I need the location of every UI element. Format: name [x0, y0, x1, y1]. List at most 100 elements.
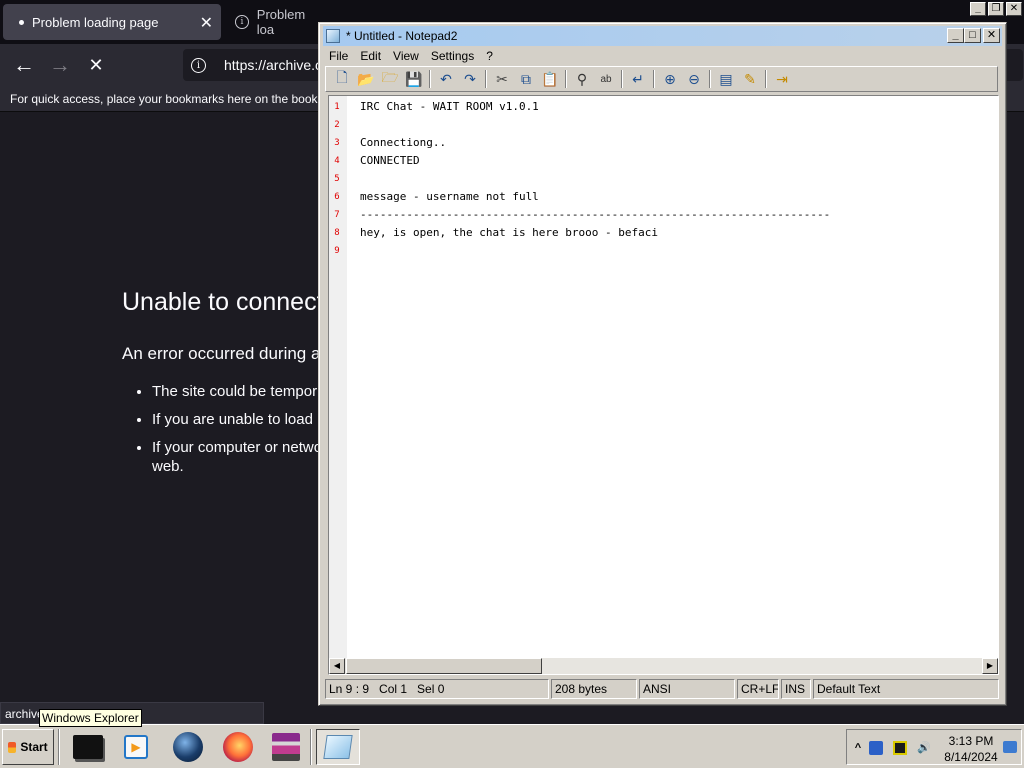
line-ending[interactable]: CR+LF [737, 679, 779, 699]
browser-tab[interactable]: i Problem loa [235, 4, 325, 40]
status-bar: Ln 9 : 9 Col 1 Sel 0 208 bytes ANSI CR+L… [325, 679, 1001, 699]
menu-edit[interactable]: Edit [354, 46, 387, 66]
horizontal-scrollbar[interactable]: ◀ ▶ [329, 658, 998, 674]
toolbar-separator [621, 70, 623, 88]
firefox-icon [223, 732, 253, 762]
network-icon[interactable] [869, 741, 883, 755]
taskbar-media-player[interactable]: ▶ [114, 729, 158, 765]
toolbar-separator [565, 70, 567, 88]
line-number: 4 [334, 156, 340, 166]
restore-icon[interactable]: ❐ [988, 2, 1004, 16]
notepad2-window: * Untitled - Notepad2 _ □ ✕ File Edit Vi… [318, 22, 1007, 706]
code-line: CONNECTED [360, 154, 420, 167]
close-tab-icon[interactable]: ✕ [200, 13, 213, 33]
globe-icon [173, 732, 203, 762]
save-icon[interactable]: 💾 [402, 69, 426, 89]
taskbar-browser-globe[interactable] [166, 729, 210, 765]
toolbar-separator [653, 70, 655, 88]
code-line: message - username not full [360, 190, 539, 203]
toolbar-separator [709, 70, 711, 88]
scroll-right-icon[interactable]: ▶ [982, 658, 998, 674]
redo-icon[interactable]: ↷ [458, 69, 482, 89]
browser-tab-active[interactable]: Problem loading page ✕ [3, 4, 221, 40]
replace-icon[interactable]: ab [594, 69, 618, 89]
browser-tab-label: Problem loa [256, 7, 306, 37]
info-icon: i [235, 15, 249, 29]
menu-settings[interactable]: Settings [425, 46, 480, 66]
line-number: 6 [334, 192, 340, 202]
volume-icon[interactable]: 🔊 [917, 741, 931, 755]
media-player-icon: ▶ [124, 735, 148, 759]
exit-icon[interactable]: ⇥ [770, 69, 794, 89]
scrollbar-thumb[interactable] [346, 658, 542, 674]
close-button[interactable]: ✕ [983, 28, 1000, 43]
title-bar[interactable]: * Untitled - Notepad2 _ □ ✕ [323, 26, 1002, 46]
customize-scheme-icon[interactable]: ✎ [738, 69, 762, 89]
stop-icon[interactable]: ✕ [82, 52, 110, 80]
encoding[interactable]: ANSI [639, 679, 735, 699]
browse-icon[interactable]: 🗁 [378, 69, 402, 89]
code-line: IRC Chat - WAIT ROOM v1.0.1 [360, 100, 539, 113]
outer-window-controls: _ ❐ ✕ [970, 2, 1022, 16]
zoom-out-icon[interactable]: ⊖ [682, 69, 706, 89]
display-icon[interactable] [893, 741, 907, 755]
syntax-scheme[interactable]: Default Text [813, 679, 999, 699]
cursor-position: Ln 9 : 9 Col 1 Sel 0 [325, 679, 549, 699]
line-number: 1 [334, 102, 340, 112]
editor-area[interactable]: 1 2 3 4 5 6 7 8 9 IRC Chat - WAIT ROOM v1.0.1 Con… [328, 95, 999, 675]
error-subtitle: An error occurred during a [122, 344, 321, 363]
cut-icon[interactable]: ✂ [490, 69, 514, 89]
word-wrap-icon[interactable]: ↵ [626, 69, 650, 89]
line-number: 5 [334, 174, 340, 184]
loading-dot-icon [19, 19, 24, 25]
undo-icon[interactable]: ↶ [434, 69, 458, 89]
taskbar-explorer[interactable] [66, 729, 110, 765]
line-number: 2 [334, 120, 340, 130]
insert-mode: INS [781, 679, 811, 699]
taskbar-archiver[interactable] [264, 729, 308, 765]
window-title: * Untitled - Notepad2 [346, 29, 458, 43]
zoom-in-icon[interactable]: ⊕ [658, 69, 682, 89]
start-button[interactable]: Start [2, 729, 54, 765]
show-hidden-icons-icon[interactable]: ^ [851, 741, 865, 755]
new-file-icon[interactable]: 🗋 [330, 69, 354, 89]
scheme-icon[interactable]: ▤ [714, 69, 738, 89]
taskbar-separator [310, 729, 312, 765]
find-icon[interactable]: ⚲ [570, 69, 594, 89]
archiver-icon [272, 733, 300, 761]
clock-time[interactable]: 3:13 PM [943, 734, 999, 748]
tooltip: Windows Explorer [39, 709, 142, 727]
code-line: ----------------------------------------… [360, 208, 831, 221]
menu-help[interactable]: ? [480, 46, 499, 66]
site-info-icon[interactable]: i [191, 57, 206, 73]
open-folder-icon[interactable]: 📂 [354, 69, 378, 89]
taskbar-notepad2[interactable] [316, 729, 360, 765]
taskbar: Start ▶ ^ 🔊 3:13 PM 8/14/2024 [0, 724, 1024, 768]
windows-flag-icon [8, 741, 17, 753]
clock-date[interactable]: 8/14/2024 [939, 750, 1003, 764]
taskbar-firefox[interactable] [216, 729, 260, 765]
notepad-icon [323, 735, 353, 759]
menu-view[interactable]: View [387, 46, 425, 66]
notification-icon[interactable] [1003, 741, 1017, 753]
minimize-icon[interactable]: _ [970, 2, 986, 16]
line-number: 8 [334, 228, 340, 238]
forward-arrow-icon[interactable]: → [46, 52, 74, 80]
toolbar-separator [429, 70, 431, 88]
menu-file[interactable]: File [323, 46, 354, 66]
notepad-app-icon[interactable] [326, 29, 340, 43]
line-number-gutter: 1 2 3 4 5 6 7 8 9 [329, 96, 347, 662]
scroll-left-icon[interactable]: ◀ [329, 658, 345, 674]
taskbar-separator [58, 729, 60, 765]
close-icon[interactable]: ✕ [1006, 2, 1022, 16]
toolbar-separator [485, 70, 487, 88]
paste-icon[interactable]: 📋 [538, 69, 562, 89]
system-tray: ^ 🔊 3:13 PM 8/14/2024 [846, 729, 1022, 765]
minimize-button[interactable]: _ [947, 28, 964, 43]
file-size: 208 bytes [551, 679, 637, 699]
copy-icon[interactable]: ⧉ [514, 69, 538, 89]
maximize-button[interactable]: □ [964, 28, 981, 43]
window-controls: _ □ ✕ [947, 28, 1000, 43]
browser-tab-label: Problem loading page [32, 14, 159, 30]
back-arrow-icon[interactable]: ← [10, 52, 38, 80]
